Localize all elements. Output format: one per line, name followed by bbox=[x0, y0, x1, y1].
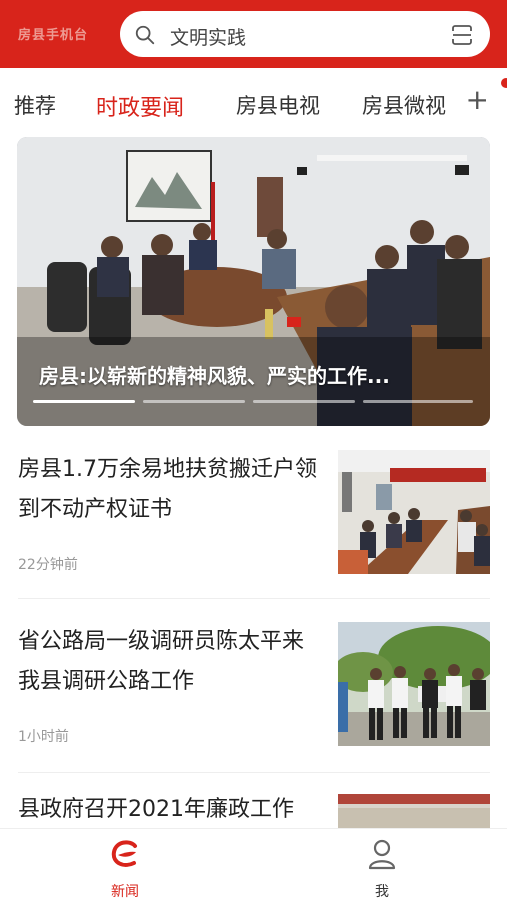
news-list-item[interactable]: 省公路局一级调研员陈太平来我县调研公路工作 1小时前 bbox=[0, 618, 507, 768]
app-logo: 房县手机台 bbox=[18, 24, 98, 44]
tab-fangxian-tv[interactable]: 房县电视 bbox=[236, 90, 320, 120]
tab-recommend[interactable]: 推荐 bbox=[14, 90, 56, 120]
news-time: 1小时前 bbox=[18, 729, 69, 745]
carousel-dot bbox=[363, 400, 473, 403]
list-divider bbox=[18, 598, 490, 599]
app-logo-text: 房县手机台 bbox=[18, 28, 89, 43]
nav-news[interactable]: 新闻 bbox=[85, 837, 165, 900]
news-list-item[interactable]: 房县1.7万余易地扶贫搬迁户领到不动产权证书 22分钟前 bbox=[0, 446, 507, 596]
news-title: 县政府召开2021年廉政工作 bbox=[18, 797, 294, 822]
carousel-dot bbox=[253, 400, 355, 403]
news-time: 22分钟前 bbox=[18, 557, 78, 573]
search-icon bbox=[135, 25, 155, 45]
carousel-indicator bbox=[33, 400, 473, 404]
add-tab-button[interactable]: + bbox=[466, 86, 489, 114]
nav-me-label: 我 bbox=[375, 884, 389, 900]
category-tabs: 推荐 时政要闻 房县电视 房县微视 + bbox=[0, 68, 507, 136]
news-thumbnail bbox=[338, 450, 490, 574]
news-list-item[interactable]: 县政府召开2021年廉政工作 bbox=[0, 790, 507, 828]
scan-icon[interactable] bbox=[450, 23, 474, 47]
news-thumbnail bbox=[338, 622, 490, 746]
tab-politics-news[interactable]: 时政要闻 bbox=[96, 90, 184, 122]
news-title: 省公路局一级调研员陈太平来我县调研公路工作 bbox=[18, 629, 305, 694]
bottom-navigation: 新闻 我 bbox=[0, 828, 507, 900]
app-header: 房县手机台 文明实践 bbox=[0, 0, 507, 68]
news-title: 房县1.7万余易地扶贫搬迁户领到不动产权证书 bbox=[18, 457, 317, 522]
tab-fangxian-video[interactable]: 房县微视 bbox=[362, 90, 446, 120]
nav-news-label: 新闻 bbox=[111, 884, 139, 900]
news-thumbnail bbox=[338, 794, 490, 828]
list-divider bbox=[18, 772, 490, 773]
hero-banner[interactable]: 房县:以崭新的精神风貌、严实的工作... bbox=[17, 137, 490, 426]
search-bar[interactable]: 文明实践 bbox=[120, 11, 490, 57]
hero-caption: 房县:以崭新的精神风貌、严实的工作... bbox=[39, 364, 390, 388]
notification-dot bbox=[501, 78, 507, 88]
nav-me[interactable]: 我 bbox=[342, 837, 422, 900]
user-icon bbox=[368, 839, 396, 870]
search-placeholder: 文明实践 bbox=[170, 27, 247, 49]
news-logo-icon bbox=[111, 840, 137, 867]
carousel-dot bbox=[143, 400, 245, 403]
carousel-dot bbox=[33, 400, 135, 403]
